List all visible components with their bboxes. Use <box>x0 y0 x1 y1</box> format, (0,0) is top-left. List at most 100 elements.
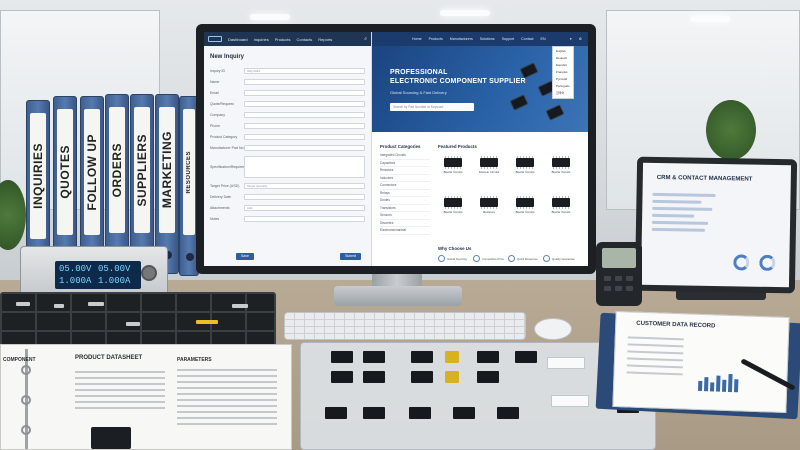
category-item[interactable]: Diodes <box>380 197 430 205</box>
user-icon[interactable]: ● <box>570 37 572 41</box>
nav-dashboard[interactable]: Dashboard <box>228 37 248 42</box>
form-row: Inquiry ID INQ-2024 <box>210 66 365 75</box>
search-icon[interactable]: ⌕ <box>364 36 367 42</box>
site-nav-contact[interactable]: Contact <box>521 37 533 41</box>
monitor-screen: Dashboard Inquiries Products Contacts Re… <box>204 32 588 266</box>
form-input[interactable] <box>244 133 365 140</box>
meter-display <box>602 248 636 268</box>
site-nav-home[interactable]: Home <box>412 37 422 41</box>
chip-image <box>91 427 131 449</box>
featured-title: Featured Products <box>438 144 477 149</box>
product-card[interactable]: Bipolar Circuits <box>508 194 542 226</box>
language-option[interactable]: Français <box>553 69 573 76</box>
language-option[interactable]: English <box>553 48 573 55</box>
site-nav-manufacturers[interactable]: Manufacturers <box>450 37 473 41</box>
category-item[interactable]: Electromechanical <box>380 227 430 235</box>
chip-icon <box>480 196 498 209</box>
product-card[interactable]: Bipolar Circuits <box>436 154 470 186</box>
chip-icon <box>444 196 462 209</box>
form-input[interactable] <box>244 111 365 118</box>
form-row: Manufacturer Part No. <box>210 143 365 152</box>
form-input[interactable] <box>244 193 365 200</box>
categories-title: Product Categories <box>380 144 421 149</box>
category-item[interactable]: Integrated Circuits <box>380 152 430 160</box>
inquiry-form: Inquiry ID INQ-2024 Name Email Quote/Request… <box>204 66 371 223</box>
form-row: Attachments Add <box>210 203 365 212</box>
product-card[interactable]: Bipolar Circuits <box>508 154 542 186</box>
form-label: Quote/Request <box>210 101 234 106</box>
form-input[interactable] <box>244 89 365 96</box>
nav-reports[interactable]: Reports <box>318 37 332 42</box>
form-row: Quote/Request <box>210 99 365 108</box>
language-option[interactable]: Português <box>553 83 573 90</box>
gear-icon[interactable]: ⚙ <box>579 37 582 41</box>
language-option[interactable]: Русский <box>553 76 573 83</box>
product-card[interactable]: Resistors <box>472 194 506 226</box>
donut-chart-icon <box>759 254 776 272</box>
save-button[interactable]: Save <box>236 253 254 260</box>
category-item[interactable]: Discretes <box>380 220 430 227</box>
form-input[interactable]: Target Quantity <box>244 182 365 189</box>
nav-products[interactable]: Products <box>275 37 291 42</box>
product-label: Bipolar Circuits <box>551 170 571 174</box>
nav-inquiries[interactable]: Inquiries <box>254 37 269 42</box>
product-label: Bipolar Circuits <box>443 210 463 214</box>
language-selector[interactable]: EN <box>541 37 546 41</box>
form-input[interactable] <box>244 122 365 129</box>
form-label: Phone <box>210 123 221 128</box>
product-label: Bipolar Circuits <box>443 170 463 174</box>
site-nav-solutions[interactable]: Solutions <box>480 37 495 41</box>
product-label: Resistors <box>483 210 495 214</box>
category-item[interactable]: Sensors <box>380 212 430 220</box>
part-search-input[interactable]: Search by Part Number or Keyword <box>390 103 474 111</box>
form-row: Email <box>210 88 365 97</box>
form-input[interactable] <box>244 144 365 151</box>
psu-knob-icon[interactable] <box>141 265 157 281</box>
form-label: Email <box>210 90 219 95</box>
site-nav-support[interactable]: Support <box>502 37 515 41</box>
form-label: Name <box>210 79 220 84</box>
chip-image <box>546 105 564 120</box>
product-card[interactable]: Bipolar Circuits <box>544 194 578 226</box>
language-option[interactable]: Español <box>553 62 573 69</box>
category-item[interactable]: Connectors <box>380 182 430 190</box>
product-card[interactable]: Discrete Circuits <box>472 154 506 186</box>
category-item[interactable]: Capacitors <box>380 160 430 167</box>
form-row: Delivery Date <box>210 192 365 201</box>
product-card[interactable]: Bipolar Circuits <box>436 194 470 226</box>
monitor-stand-base <box>334 286 462 306</box>
ceiling-light <box>440 10 490 16</box>
crm-table <box>651 192 723 236</box>
chip-icon <box>480 156 498 169</box>
product-card[interactable]: Bipolar Circuits <box>544 154 578 186</box>
chip-icon <box>516 156 534 169</box>
category-item[interactable]: Relays <box>380 190 430 197</box>
form-input[interactable] <box>244 78 365 85</box>
category-item[interactable]: Transistors <box>380 205 430 212</box>
site-nav-products[interactable]: Products <box>429 37 443 41</box>
form-input[interactable]: INQ-2024 <box>244 67 365 74</box>
bar-chart-icon <box>697 380 703 392</box>
donut-chart-icon <box>733 254 750 271</box>
desktop-monitor: Dashboard Inquiries Products Contacts Re… <box>196 24 596 274</box>
form-input[interactable] <box>244 215 365 222</box>
chip-icon <box>552 156 570 169</box>
submit-button[interactable]: Submit <box>340 253 361 260</box>
category-item[interactable]: Inductors <box>380 175 430 182</box>
category-item[interactable]: Resistors <box>380 167 430 175</box>
office-plant <box>706 100 756 160</box>
form-input[interactable] <box>244 155 365 178</box>
chip-icon <box>444 156 462 169</box>
form-input[interactable] <box>244 100 365 107</box>
nav-contacts[interactable]: Contacts <box>297 37 313 42</box>
office-desk-scene: INQUIRIES QUOTES FOLLOW UP ORDERS SUPPLI… <box>0 0 800 450</box>
site-nav: Home Products Manufacturers Solutions Su… <box>372 32 588 46</box>
form-label: Manufacturer Part No. <box>210 145 244 150</box>
language-option[interactable]: 한국어 <box>553 90 573 97</box>
keyboard[interactable] <box>284 312 526 340</box>
form-label: Specification/Requirement <box>210 164 244 169</box>
form-input[interactable]: Add <box>244 204 365 211</box>
mouse[interactable] <box>534 318 572 340</box>
language-option[interactable]: Deutsch <box>553 55 573 62</box>
form-row: Phone <box>210 121 365 130</box>
